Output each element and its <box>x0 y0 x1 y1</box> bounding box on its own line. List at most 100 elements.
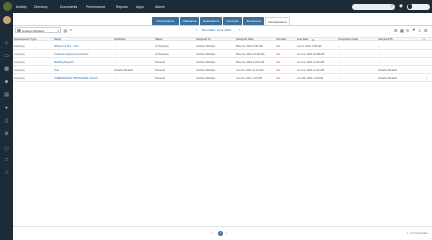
row-actions-icon[interactable]: ⋮ <box>425 76 429 80</box>
cell-name-link[interactable]: Test <box>54 69 59 72</box>
search-input[interactable]: ⚲ <box>352 3 395 10</box>
cell-assigned-by: -- <box>378 52 380 56</box>
cell-overdue: Yes <box>276 52 281 56</box>
link-icon[interactable]: ∞ <box>70 28 73 32</box>
cell-assigned-date: May 19, 2021 5:30 AM <box>236 44 263 48</box>
people-icon[interactable]: ☻ <box>0 80 13 85</box>
top-nav-bar: Activity Directory Documents Performance… <box>0 0 432 13</box>
cell-name-link[interactable]: UNBRANDING PRODUCER: Part III <box>54 77 98 80</box>
cell-overdue: Yes <box>276 44 281 48</box>
notification-icon[interactable]: ● <box>0 106 13 111</box>
cell-assigned-by: -- <box>378 60 380 64</box>
cell-assigned-date: Jun 10, 2021 11:12 AM <box>236 68 264 72</box>
search-icon[interactable]: ⚲ <box>390 4 393 8</box>
refresh-icon[interactable]: ↻ <box>406 28 409 33</box>
cell-assigned-date: May 19, 2021 11:00 AM <box>236 60 265 64</box>
cell-assigned-to: Andrew Rickard <box>196 60 215 64</box>
cell-type: Learning <box>14 44 25 48</box>
previous-month-arrow[interactable]: ‹ <box>196 28 197 32</box>
nav-reports[interactable]: Reports <box>116 5 128 9</box>
previous-page-arrow[interactable]: ‹ <box>212 231 213 235</box>
cell-completion-date: -- <box>338 44 340 48</box>
user-avatar <box>17 28 21 33</box>
cell-completion-date: -- <box>338 76 340 80</box>
tab-obituaries[interactable]: Obituaries <box>180 17 199 25</box>
nav-performance[interactable]: Performance <box>86 5 105 9</box>
toggle-knob <box>407 4 413 9</box>
bell-icon[interactable]: ◉ <box>399 3 403 9</box>
cell-facilitator: -- <box>114 76 116 80</box>
cell-due-date: Jun 28, 2021 4:10 PM <box>297 76 324 80</box>
cell-overdue: Yes <box>276 68 281 72</box>
cell-assigned-date: May 19, 2021 10:58 AM <box>236 52 265 56</box>
cell-status: Planned <box>155 68 165 72</box>
table-header <box>13 36 432 41</box>
next-month-arrow[interactable]: › <box>239 28 240 32</box>
tab-performance[interactable]: Performance <box>152 17 179 25</box>
cell-status: In Progress <box>155 44 169 48</box>
nav-admin[interactable]: Admin <box>155 5 165 9</box>
cell-assigned-date: Jun 10, 2021 4:10 PM <box>236 76 263 80</box>
pagination-info: 1 - 5 of 5 activities <box>406 231 428 235</box>
settings-icon[interactable]: ⚙ <box>394 28 397 33</box>
cell-status: In Progress <box>155 52 169 56</box>
cell-assigned-to: Andrew Rickard <box>196 52 215 56</box>
calendar-icon[interactable]: ▤ <box>64 28 68 33</box>
cell-assigned-by: Andrew Rickard <box>378 76 397 80</box>
cell-due-date: Jun 11, 2021 10:58 AM <box>297 52 325 56</box>
cell-completion-date: -- <box>338 52 340 56</box>
footer-divider <box>13 226 432 227</box>
export-icon[interactable]: ⇩ <box>418 28 421 33</box>
chat-icon[interactable]: ▭ <box>0 54 13 59</box>
mode-toggle[interactable] <box>407 3 430 10</box>
home-icon[interactable]: ⌂ <box>0 41 13 46</box>
chevron-down-icon: ▾ <box>57 28 59 33</box>
cell-name-link[interactable]: Building Rapport <box>54 61 74 64</box>
gear-icon[interactable]: ⚙ <box>424 28 427 33</box>
avatar[interactable] <box>2 16 11 24</box>
user-name: Andrew Rickard <box>22 28 44 33</box>
cell-due-date: Jun 11, 2021 11:00 AM <box>297 60 325 64</box>
tab-divider <box>13 25 432 26</box>
cell-name-link[interactable]: iPhone 12 Pro - Intro <box>54 45 79 48</box>
cell-assigned-by: Andrew Rickard <box>378 68 397 72</box>
nav-directory[interactable]: Directory <box>34 5 48 9</box>
cell-type: Learning <box>14 76 25 80</box>
settings-icon[interactable]: ⚙ <box>0 132 13 137</box>
cell-facilitator: -- <box>114 44 116 48</box>
nav-activity[interactable]: Activity <box>16 5 27 9</box>
cell-facilitator: -- <box>114 52 116 56</box>
help-icon[interactable]: ⓘ <box>0 145 13 152</box>
document-icon[interactable]: □ <box>0 158 13 163</box>
cell-type: Learning <box>14 60 25 64</box>
grid-icon[interactable]: ▦ <box>400 28 404 33</box>
tab-development[interactable]: Development <box>265 17 290 25</box>
page-button-current[interactable]: 1 <box>218 230 223 236</box>
table-row[interactable] <box>13 58 432 66</box>
tab-interests[interactable]: Interests <box>223 17 242 25</box>
cell-type: Learning <box>14 68 25 72</box>
filter-icon[interactable]: ▼ <box>412 28 416 32</box>
cell-assigned-to: Andrew Rickard <box>196 44 215 48</box>
cell-status: Planned <box>155 76 165 80</box>
due-date-picker[interactable]: Due Date: June 2021 <box>202 28 231 32</box>
cell-assigned-to: Andrew Rickard <box>196 68 215 72</box>
cell-overdue: Yes <box>276 76 281 80</box>
left-sidebar: ⌂ ▭ ▦ ☻ ▤ ● ▯ ⚙ ⓘ □ ☆ <box>0 13 13 240</box>
tab-evaluations[interactable]: Evaluations <box>200 17 222 25</box>
cell-assigned-to: Andrew Rickard <box>196 76 215 80</box>
cell-due-date: Jun 9, 2021 1:00 AM <box>297 44 322 48</box>
next-page-arrow[interactable]: › <box>226 231 227 235</box>
calendar-icon[interactable]: ▤ <box>0 93 13 98</box>
table-row[interactable] <box>13 66 432 74</box>
chart-icon[interactable]: ▯ <box>0 119 13 124</box>
user-selector[interactable]: Andrew Rickard ▾ <box>15 27 61 33</box>
cell-name-link[interactable]: Customer Experience Expert <box>54 53 88 56</box>
nav-apps[interactable]: Apps <box>136 5 144 9</box>
company-logo[interactable] <box>3 2 12 11</box>
cell-facilitator: -- <box>114 60 116 64</box>
star-icon[interactable]: ☆ <box>0 171 13 176</box>
nav-documents[interactable]: Documents <box>60 5 77 9</box>
tab-scorecard[interactable]: Scorecard <box>243 17 264 25</box>
grid-icon[interactable]: ▦ <box>0 67 13 72</box>
